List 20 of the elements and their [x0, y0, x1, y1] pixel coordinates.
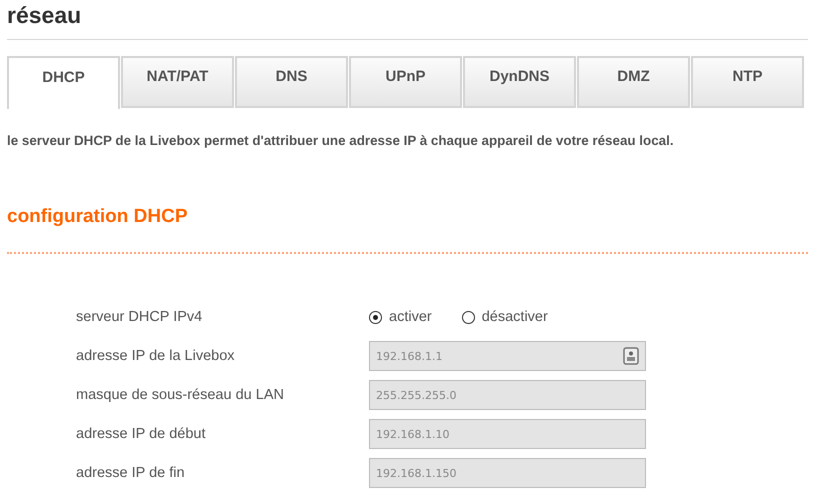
field-label: adresse IP de début — [76, 426, 207, 442]
tab[interactable]: DNS — [235, 56, 348, 108]
contact-card-icon[interactable] — [623, 347, 639, 365]
tab[interactable]: DynDNS — [463, 56, 576, 108]
tab[interactable]: NTP — [691, 56, 804, 108]
radio-option[interactable]: désactiver — [462, 309, 548, 325]
field-label: masque de sous-réseau du LAN — [76, 387, 285, 403]
section-title: configuration DHCP — [7, 206, 188, 228]
field-label: adresse IP de la Livebox — [76, 348, 236, 364]
description: le serveur DHCP de la Livebox permet d'attribuer une adresse IP à chaque appareil de votre réseau local. — [7, 133, 675, 148]
tab[interactable]: NAT/PAT — [121, 56, 234, 108]
field-label: adresse IP de fin — [76, 465, 186, 481]
radio-button[interactable] — [369, 310, 382, 324]
tab[interactable]: UPnP — [349, 56, 462, 108]
tab[interactable]: DHCP — [7, 56, 120, 109]
radio-option[interactable]: activer — [369, 309, 432, 325]
field-label: serveur DHCP IPv4 — [76, 309, 204, 325]
page-title: réseau — [7, 1, 82, 29]
tab[interactable]: DMZ — [577, 56, 690, 108]
radio-button[interactable] — [462, 310, 475, 324]
